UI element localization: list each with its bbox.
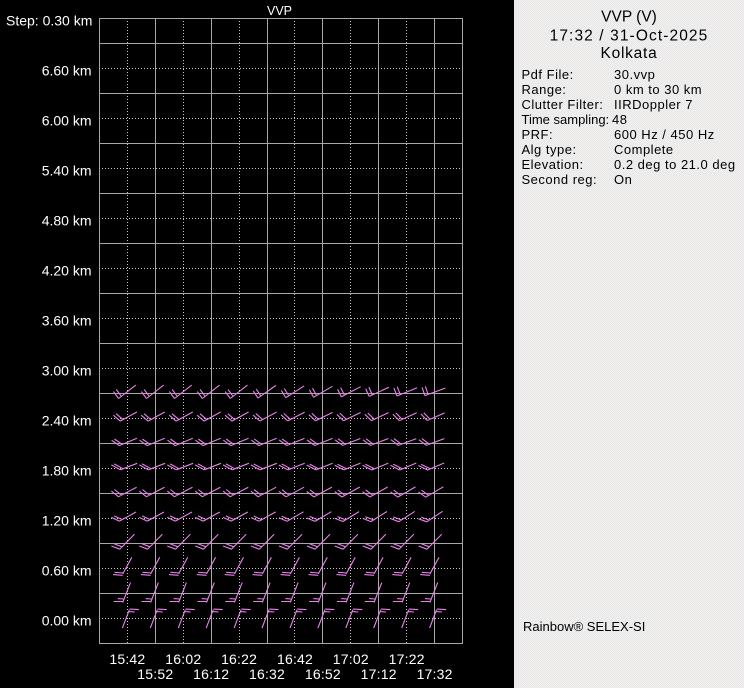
svg-text:48: 48 [612,112,627,127]
svg-text:1.80 km: 1.80 km [42,462,92,478]
svg-text:IIRDoppler 7: IIRDoppler 7 [614,97,693,112]
svg-text:Step: 0.30 km: Step: 0.30 km [6,13,92,29]
svg-text:17:22: 17:22 [389,651,425,667]
svg-text:0 km to 30 km: 0 km to 30 km [614,82,702,97]
svg-text:On: On [614,172,632,187]
svg-text:0.60 km: 0.60 km [42,562,92,578]
svg-text:VVP (V): VVP (V) [601,9,657,26]
svg-text:3.00 km: 3.00 km [42,362,92,378]
svg-text:15:52: 15:52 [137,666,173,682]
svg-text:1.20 km: 1.20 km [42,512,92,528]
svg-text:PRF:: PRF: [522,127,554,142]
svg-text:4.80 km: 4.80 km [42,212,92,228]
svg-text:30.vvp: 30.vvp [614,67,655,82]
svg-text:Alg type:: Alg type: [522,142,577,157]
svg-text:5.40 km: 5.40 km [42,162,92,178]
svg-text:0.2 deg to 21.0 deg: 0.2 deg to 21.0 deg [614,157,736,172]
svg-text:6.00 km: 6.00 km [42,112,92,128]
svg-text:2.40 km: 2.40 km [42,412,92,428]
svg-text:16:02: 16:02 [165,651,201,667]
svg-text:Rainbow® SELEX-SI: Rainbow® SELEX-SI [523,619,645,634]
svg-text:Time sampling:: Time sampling: [522,112,610,127]
svg-text:16:32: 16:32 [249,666,285,682]
svg-text:Kolkata: Kolkata [601,45,658,62]
svg-text:Range:: Range: [522,82,567,97]
svg-text:0.00 km: 0.00 km [42,612,92,628]
svg-text:600 Hz / 450 Hz: 600 Hz / 450 Hz [614,127,715,142]
svg-text:Second reg:: Second reg: [522,172,598,187]
svg-text:Pdf File:: Pdf File: [522,67,574,82]
svg-text:Complete: Complete [614,142,674,157]
svg-text:17:12: 17:12 [361,666,397,682]
svg-text:16:22: 16:22 [221,651,257,667]
svg-text:16:52: 16:52 [305,666,341,682]
svg-text:4.20 km: 4.20 km [42,262,92,278]
svg-text:16:12: 16:12 [193,666,229,682]
svg-text:15:42: 15:42 [109,651,145,667]
svg-text:3.60 km: 3.60 km [42,312,92,328]
svg-text:16:42: 16:42 [277,651,313,667]
svg-text:Clutter Filter:: Clutter Filter: [522,97,604,112]
svg-text:6.60 km: 6.60 km [42,62,92,78]
svg-text:17:02: 17:02 [333,651,369,667]
svg-text:VVP: VVP [267,4,292,18]
svg-text:Elevation:: Elevation: [522,157,584,172]
svg-text:17:32: 17:32 [417,666,453,682]
svg-text:17:32 / 31-Oct-2025: 17:32 / 31-Oct-2025 [550,28,709,45]
